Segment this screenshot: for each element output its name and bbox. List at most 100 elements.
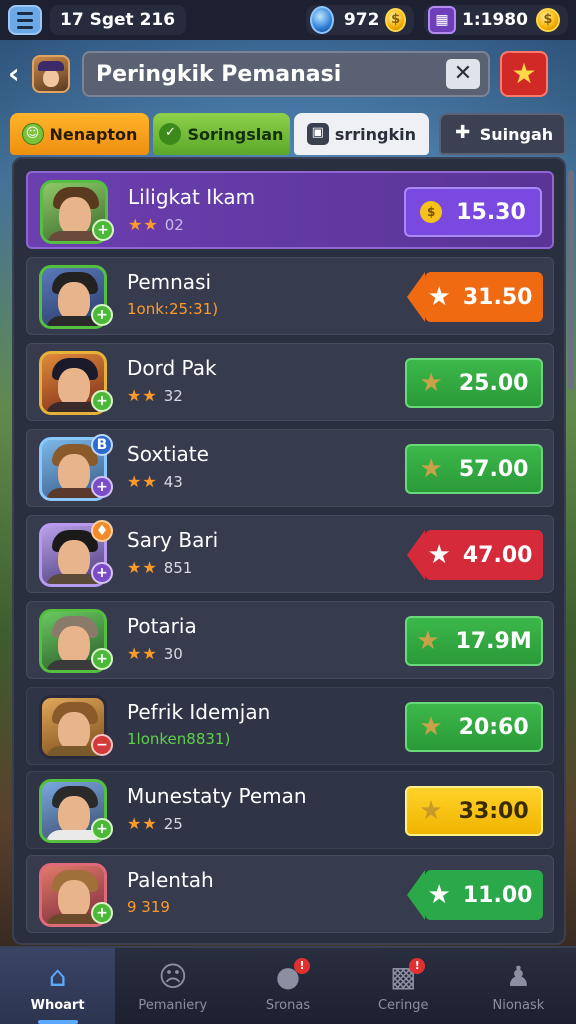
nav-item-profile[interactable]: ☹ Pemaniery bbox=[115, 948, 230, 1024]
list-item[interactable]: B + Soxtiate ★★ 43 ★ 57.00 bbox=[26, 429, 554, 507]
player-sub: ★★ 851 bbox=[127, 558, 193, 577]
star-icon: ★ bbox=[427, 282, 451, 312]
smile-icon: ☺ bbox=[21, 123, 44, 145]
star-icon[interactable]: ★ bbox=[500, 51, 548, 97]
tab-suingah[interactable]: ✚ Suingah bbox=[438, 113, 566, 155]
nav-item-shop[interactable]: ▩! Ceringe bbox=[346, 948, 461, 1024]
gem-counter[interactable]: 972 $ bbox=[306, 5, 414, 35]
scrollbar[interactable] bbox=[568, 170, 574, 390]
plus-badge-icon: + bbox=[91, 818, 113, 840]
ranking-list: + Liligkat Ikam ★★ 02 $ 15.30 + Pemnasi 1… bbox=[12, 157, 566, 945]
price-button[interactable]: ★ 20:60 bbox=[405, 702, 543, 752]
check-icon: ✓ bbox=[159, 123, 182, 145]
gem-icon bbox=[310, 6, 334, 34]
rating-stars-icon: ★★ bbox=[127, 386, 158, 405]
player-sub: ★★ 02 bbox=[128, 215, 184, 234]
rating-stars-icon: ★★ bbox=[127, 644, 158, 663]
page-header: ‹ Peringkik Pemanasi ✕ ★ bbox=[0, 46, 576, 102]
coin-icon: $ bbox=[385, 8, 406, 32]
player-sub: ★★ 32 bbox=[127, 386, 183, 405]
nav-item-chat[interactable]: ●! Sronas bbox=[230, 948, 345, 1024]
status-bar: 17 Sget 216 972 $ ▦ 1:1980 $ bbox=[0, 0, 576, 40]
player-name: Pefrik Idemjan bbox=[127, 700, 271, 724]
back-arrow-icon[interactable]: ‹ bbox=[8, 54, 32, 94]
star-icon: ★ bbox=[419, 796, 443, 826]
search-input[interactable]: Peringkik Pemanasi ✕ bbox=[82, 51, 490, 97]
coin-icon: $ bbox=[420, 201, 443, 223]
plus-icon: ✚ bbox=[455, 122, 471, 143]
minus-badge-icon: − bbox=[91, 734, 113, 756]
chat-icon: ●! bbox=[270, 957, 310, 994]
plus-badge-icon: + bbox=[92, 219, 114, 241]
search-value: Peringkik Pemanasi bbox=[96, 61, 342, 87]
star-icon: ★ bbox=[416, 626, 440, 656]
price-button[interactable]: ★ 31.50 bbox=[407, 272, 543, 322]
player-name: Soxtiate bbox=[127, 442, 209, 466]
coin-icon: $ bbox=[535, 8, 560, 32]
shop-icon: ▦ bbox=[428, 6, 456, 34]
list-item[interactable]: + Munestaty Peman ★★ 25 ★ 33:00 bbox=[26, 771, 554, 849]
price-button[interactable]: ★ 11.00 bbox=[407, 870, 543, 920]
price-button[interactable]: ★ 47.00 bbox=[407, 530, 543, 580]
face-icon: ☹ bbox=[158, 959, 188, 993]
list-item[interactable]: + Liligkat Ikam ★★ 02 $ 15.30 bbox=[26, 171, 554, 249]
star-icon: ★ bbox=[419, 454, 443, 484]
price-button[interactable]: ★ 57.00 bbox=[405, 444, 543, 494]
player-name: Potaria bbox=[127, 614, 197, 638]
star-icon: ★ bbox=[419, 712, 443, 742]
player-sub: ★★ 43 bbox=[127, 472, 183, 491]
status-title: 17 Sget 216 bbox=[50, 5, 186, 35]
plus-badge-icon: + bbox=[91, 648, 113, 670]
list-item[interactable]: + Palentah 9 319 ★ 11.00 bbox=[26, 855, 554, 933]
plus-badge-icon: + bbox=[91, 902, 113, 924]
notification-badge: ! bbox=[409, 957, 426, 974]
player-sub: 9 319 bbox=[127, 898, 170, 916]
player-name: Munestaty Peman bbox=[127, 784, 307, 808]
gold-amount: 1:1980 bbox=[462, 10, 528, 30]
plus-badge-icon: + bbox=[91, 562, 113, 584]
notification-badge: ! bbox=[294, 957, 310, 974]
player-name: Palentah bbox=[127, 868, 214, 892]
avatar[interactable] bbox=[32, 55, 70, 93]
list-item[interactable]: ♦ + Sary Bari ★★ 851 ★ 47.00 bbox=[26, 515, 554, 593]
rating-stars-icon: ★★ bbox=[127, 472, 158, 491]
star-icon: ★ bbox=[427, 540, 451, 570]
list-item[interactable]: + Potaria ★★ 30 ★ 17.9M bbox=[26, 601, 554, 679]
star-icon: ★ bbox=[427, 880, 451, 910]
player-sub: ★★ 30 bbox=[127, 644, 183, 663]
info-badge-icon: B bbox=[91, 434, 113, 456]
fire-badge-icon: ♦ bbox=[91, 520, 113, 542]
tab-bar: ☺ Nenapton ✓ Soringslan ▣ srringkin ✚ Su… bbox=[10, 113, 566, 155]
plus-badge-icon: + bbox=[91, 476, 113, 498]
menu-icon bbox=[17, 11, 33, 15]
price-button[interactable]: $ 15.30 bbox=[404, 187, 542, 237]
rating-stars-icon: ★★ bbox=[128, 215, 159, 234]
player-sub: ★★ 25 bbox=[127, 814, 183, 833]
bottom-nav: ⌂ Whoart ☹ Pemaniery ●! Sronas ▩! Cering… bbox=[0, 946, 576, 1024]
nav-item-home[interactable]: ⌂ Whoart bbox=[0, 948, 116, 1024]
list-item[interactable]: + Dord Pak ★★ 32 ★ 25.00 bbox=[26, 343, 554, 421]
player-name: Sary Bari bbox=[127, 528, 219, 552]
tab-srringkin[interactable]: ▣ srringkin bbox=[293, 113, 429, 155]
gem-amount: 972 bbox=[343, 10, 380, 30]
rating-stars-icon: ★★ bbox=[127, 814, 158, 833]
star-icon: ★ bbox=[419, 368, 443, 398]
rating-stars-icon: ★★ bbox=[127, 558, 158, 577]
player-name: Liligkat Ikam bbox=[128, 185, 256, 209]
tab-nenapton[interactable]: ☺ Nenapton bbox=[10, 113, 149, 155]
list-item[interactable]: + Pemnasi 1onk:25:31) ★ 31.50 bbox=[26, 257, 554, 335]
close-icon[interactable]: ✕ bbox=[446, 59, 480, 89]
user-icon: ♟ bbox=[505, 959, 531, 993]
nav-item-user[interactable]: ♟ Nionask bbox=[461, 948, 576, 1024]
shop-icon: ▩! bbox=[385, 957, 426, 994]
plus-badge-icon: + bbox=[91, 304, 113, 326]
menu-button[interactable] bbox=[8, 5, 42, 35]
tab-soringslan[interactable]: ✓ Soringslan bbox=[152, 113, 290, 155]
list-item[interactable]: − Pefrik Idemjan 1lonken8831) ★ 20:60 bbox=[26, 687, 554, 765]
gold-counter[interactable]: ▦ 1:1980 $ bbox=[424, 5, 568, 35]
grid-icon: ▣ bbox=[306, 123, 329, 145]
player-sub: 1onk:25:31) bbox=[127, 300, 219, 318]
price-button[interactable]: ★ 33:00 bbox=[405, 786, 543, 836]
price-button[interactable]: ★ 17.9M bbox=[405, 616, 543, 666]
price-button[interactable]: ★ 25.00 bbox=[405, 358, 543, 408]
